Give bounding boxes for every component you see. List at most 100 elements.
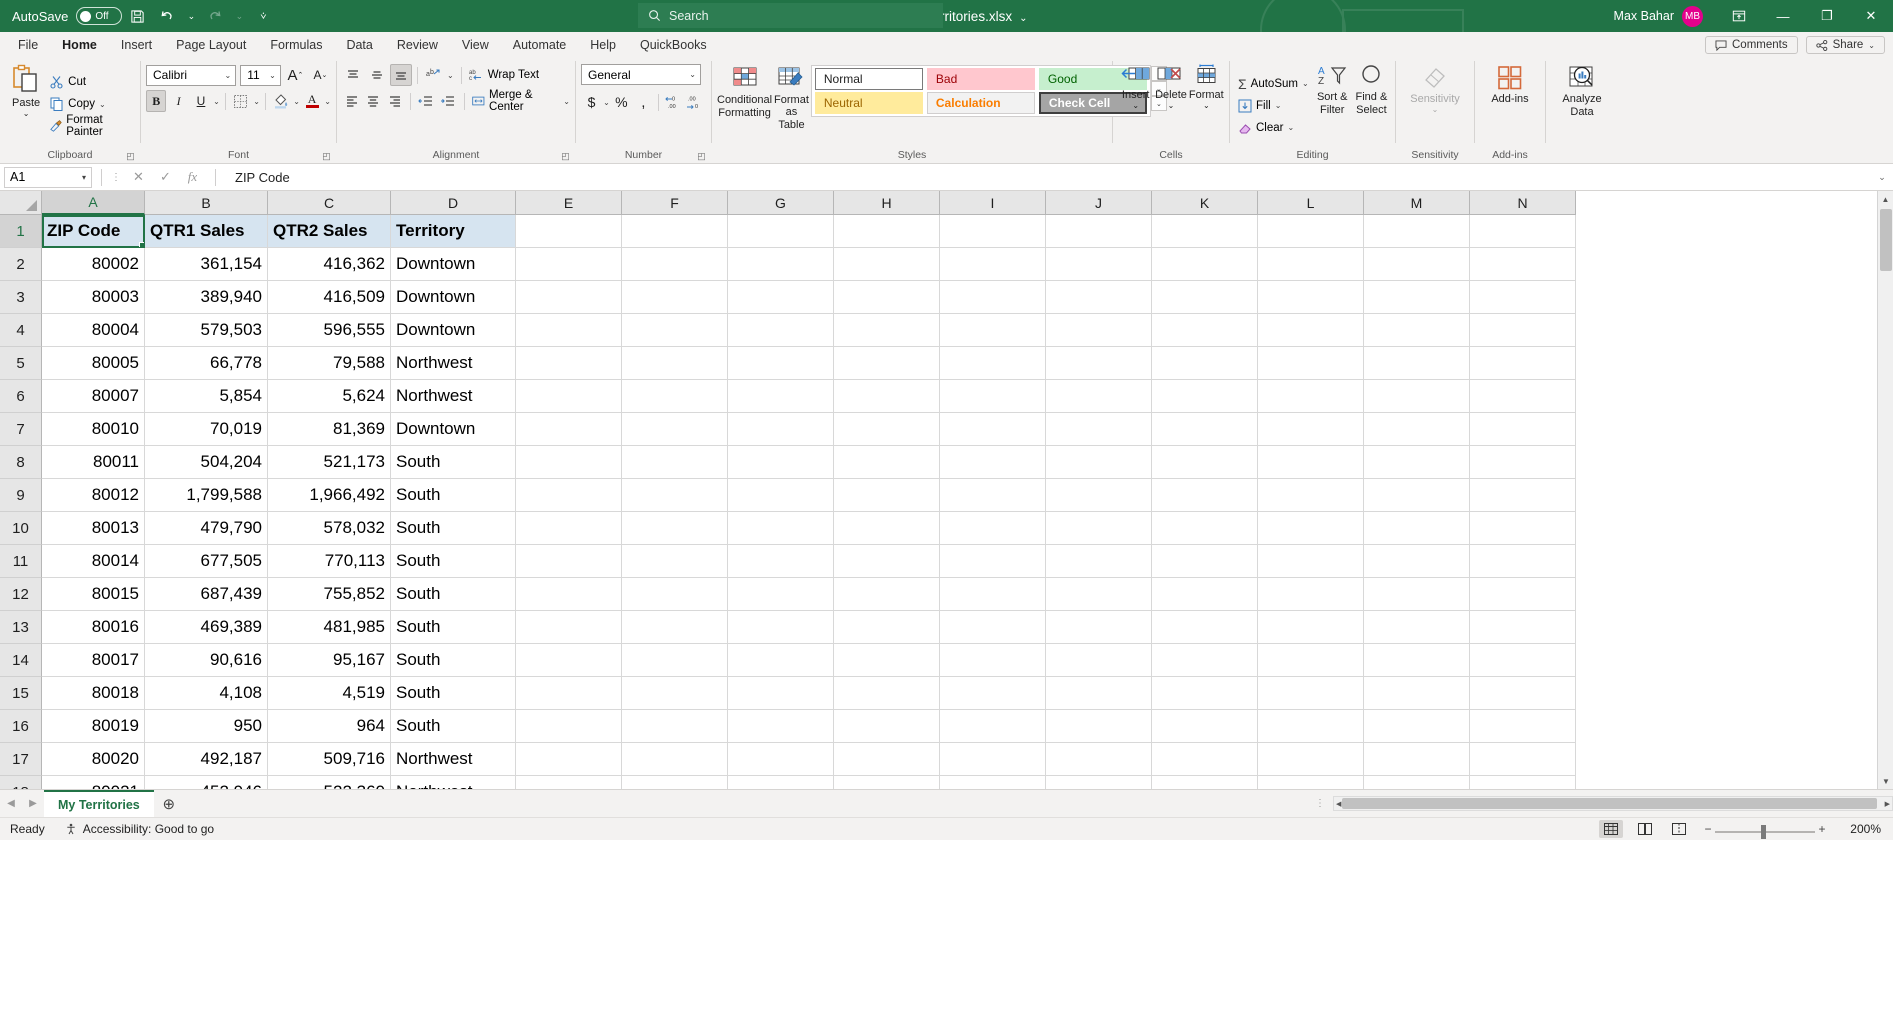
cell-H9[interactable] — [834, 479, 940, 512]
cell-G4[interactable] — [728, 314, 834, 347]
align-center-button[interactable] — [364, 90, 384, 112]
align-left-button[interactable] — [342, 90, 362, 112]
sort-and-filter-button[interactable]: A Z Sort & Filter — [1314, 60, 1351, 148]
cell-E4[interactable] — [516, 314, 622, 347]
cell-J2[interactable] — [1046, 248, 1152, 281]
cell-M1[interactable] — [1364, 215, 1470, 248]
cell-I15[interactable] — [940, 677, 1046, 710]
cell-E5[interactable] — [516, 347, 622, 380]
cell-F1[interactable] — [622, 215, 728, 248]
autosum-chevron-down-icon[interactable]: ⌄ — [1302, 79, 1309, 88]
cancel-icon[interactable]: ✕ — [125, 169, 152, 185]
decrease-font-size-button[interactable]: A ⌄ — [310, 64, 331, 86]
cell-E10[interactable] — [516, 512, 622, 545]
cell-style-bad[interactable]: Bad — [926, 68, 1035, 90]
format-cells-button[interactable]: Format ⌄ — [1189, 60, 1224, 148]
insert-cells-button[interactable]: Insert ⌄ — [1118, 60, 1153, 148]
cell-J13[interactable] — [1046, 611, 1152, 644]
cell-I17[interactable] — [940, 743, 1046, 776]
cell-E12[interactable] — [516, 578, 622, 611]
cell-L10[interactable] — [1258, 512, 1364, 545]
cell-A7[interactable]: 80010 — [42, 413, 145, 446]
cell-F16[interactable] — [622, 710, 728, 743]
cell-D3[interactable]: Downtown — [391, 281, 516, 314]
cell-M16[interactable] — [1364, 710, 1470, 743]
split-handle[interactable]: ⋮ — [1315, 798, 1331, 809]
cell-E18[interactable] — [516, 776, 622, 789]
cell-K2[interactable] — [1152, 248, 1258, 281]
cell-M2[interactable] — [1364, 248, 1470, 281]
cell-A3[interactable]: 80003 — [42, 281, 145, 314]
cell-C11[interactable]: 770,113 — [268, 545, 391, 578]
select-all-button[interactable] — [0, 191, 42, 215]
cell-M6[interactable] — [1364, 380, 1470, 413]
column-header-f[interactable]: F — [622, 191, 728, 215]
cell-D8[interactable]: South — [391, 446, 516, 479]
cell-G18[interactable] — [728, 776, 834, 789]
cell-C15[interactable]: 4,519 — [268, 677, 391, 710]
undo-dropdown-chevron-icon[interactable]: ⌄ — [182, 3, 200, 29]
cell-style-calculation[interactable]: Calculation — [926, 92, 1035, 114]
cell-C8[interactable]: 521,173 — [268, 446, 391, 479]
cell-F15[interactable] — [622, 677, 728, 710]
enter-icon[interactable]: ✓ — [152, 169, 179, 185]
cell-B6[interactable]: 5,854 — [145, 380, 268, 413]
decrease-indent-button[interactable] — [416, 90, 436, 112]
cell-N5[interactable] — [1470, 347, 1576, 380]
cell-I14[interactable] — [940, 644, 1046, 677]
cell-B16[interactable]: 950 — [145, 710, 268, 743]
copy-button[interactable]: Copy ⌄ — [47, 93, 135, 115]
share-button[interactable]: Share ⌄ — [1805, 36, 1885, 54]
font-size-input[interactable]: 11 ⌄ — [240, 64, 281, 86]
cell-E16[interactable] — [516, 710, 622, 743]
scroll-up-icon[interactable]: ▲ — [1878, 191, 1893, 207]
cell-A10[interactable]: 80013 — [42, 512, 145, 545]
cell-B3[interactable]: 389,940 — [145, 281, 268, 314]
cell-J18[interactable] — [1046, 776, 1152, 789]
cell-I10[interactable] — [940, 512, 1046, 545]
underline-button[interactable]: U — [191, 90, 211, 112]
cell-styles-gallery[interactable]: Normal Bad Good Neutral Calculation Chec… — [810, 65, 1151, 117]
cell-A9[interactable]: 80012 — [42, 479, 145, 512]
cell-N6[interactable] — [1470, 380, 1576, 413]
cell-E6[interactable] — [516, 380, 622, 413]
cell-L12[interactable] — [1258, 578, 1364, 611]
tab-review[interactable]: Review — [385, 35, 450, 56]
title-chevron-down-icon[interactable]: ⌄ — [1019, 13, 1027, 24]
cell-L11[interactable] — [1258, 545, 1364, 578]
cell-K15[interactable] — [1152, 677, 1258, 710]
customize-quick-access-icon[interactable]: ⩒ — [248, 3, 278, 29]
save-icon[interactable] — [122, 3, 152, 29]
cell-C7[interactable]: 81,369 — [268, 413, 391, 446]
cell-A1[interactable]: ZIP Code — [42, 215, 145, 248]
align-middle-button[interactable] — [366, 64, 388, 86]
cell-I8[interactable] — [940, 446, 1046, 479]
cell-G6[interactable] — [728, 380, 834, 413]
cell-M7[interactable] — [1364, 413, 1470, 446]
row-header[interactable]: 5 — [0, 347, 42, 380]
clear-button[interactable]: Clear ⌄ — [1235, 117, 1312, 139]
cell-L4[interactable] — [1258, 314, 1364, 347]
cell-L14[interactable] — [1258, 644, 1364, 677]
cell-N15[interactable] — [1470, 677, 1576, 710]
normal-view-icon[interactable] — [1599, 820, 1623, 838]
cell-N16[interactable] — [1470, 710, 1576, 743]
cell-E15[interactable] — [516, 677, 622, 710]
cell-F10[interactable] — [622, 512, 728, 545]
cell-A8[interactable]: 80011 — [42, 446, 145, 479]
cell-C18[interactable]: 522,360 — [268, 776, 391, 789]
close-button[interactable]: ✕ — [1849, 0, 1893, 32]
paste-button[interactable]: Paste ⌄ — [5, 60, 47, 148]
column-header-n[interactable]: N — [1470, 191, 1576, 215]
cell-H5[interactable] — [834, 347, 940, 380]
font-name-input[interactable]: Calibri ⌄ — [146, 64, 237, 86]
column-header-e[interactable]: E — [516, 191, 622, 215]
horizontal-scrollbar[interactable]: ◀ ▶ — [1333, 796, 1893, 811]
cell-E3[interactable] — [516, 281, 622, 314]
cell-C3[interactable]: 416,509 — [268, 281, 391, 314]
delete-chevron-down-icon[interactable]: ⌄ — [1168, 102, 1175, 110]
cell-A17[interactable]: 80020 — [42, 743, 145, 776]
cell-M15[interactable] — [1364, 677, 1470, 710]
cell-B15[interactable]: 4,108 — [145, 677, 268, 710]
hscroll-right-icon[interactable]: ▶ — [1885, 800, 1890, 808]
